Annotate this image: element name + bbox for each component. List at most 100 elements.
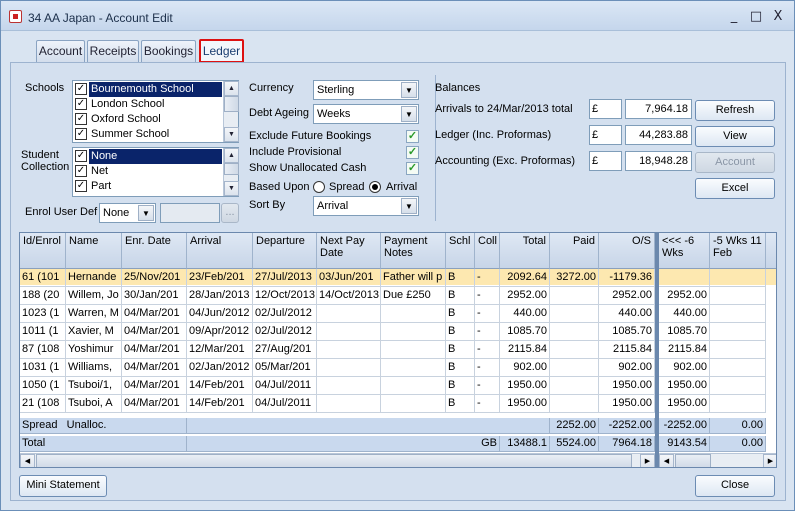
col-header-total[interactable]: Total bbox=[500, 233, 550, 269]
cell-total[interactable]: 1950.00 bbox=[500, 377, 550, 395]
col-header-wk6[interactable]: <<< -6 Wks bbox=[659, 233, 710, 269]
cell-wk5[interactable] bbox=[710, 287, 766, 305]
cell-total[interactable]: 1085.70 bbox=[500, 323, 550, 341]
enrol-user-def-select[interactable]: None ▼ bbox=[99, 203, 156, 223]
scroll-thumb[interactable] bbox=[224, 163, 239, 175]
cell-arrival[interactable]: 14/Feb/201 bbox=[187, 377, 253, 395]
cell-paid[interactable] bbox=[550, 395, 599, 413]
cell-schl[interactable]: B bbox=[446, 377, 475, 395]
collection-item[interactable]: ✓ None bbox=[73, 149, 225, 164]
refresh-button[interactable]: Refresh bbox=[695, 100, 775, 121]
cell-next-pay-date[interactable]: 03/Jun/201 bbox=[317, 269, 381, 287]
spread-unalloc-row[interactable]: Spread Unalloc. 2252.00 -2252.00 -2252.0… bbox=[20, 418, 776, 434]
view-button[interactable]: View bbox=[695, 126, 775, 147]
cell-name[interactable]: Xavier, M bbox=[66, 323, 122, 341]
col-header-os[interactable]: O/S bbox=[599, 233, 655, 269]
cell-wk6[interactable]: 440.00 bbox=[659, 305, 710, 323]
schools-scrollbar[interactable]: ▲ ▼ bbox=[223, 81, 239, 142]
cell-total[interactable]: 2092.64 bbox=[500, 269, 550, 287]
excel-button[interactable]: Excel bbox=[695, 178, 775, 199]
collection-list[interactable]: ✓ None ✓ Net ✓ Part ▲ ▼ bbox=[72, 147, 239, 197]
cell-schl[interactable]: B bbox=[446, 287, 475, 305]
cell-wk5[interactable] bbox=[710, 341, 766, 359]
checkbox-icon[interactable]: ✓ bbox=[75, 180, 87, 192]
col-header-arrival[interactable]: Arrival bbox=[187, 233, 253, 269]
cell-wk6[interactable] bbox=[659, 269, 710, 287]
cell-coll[interactable]: - bbox=[475, 395, 500, 413]
cell-os[interactable]: 1950.00 bbox=[599, 395, 655, 413]
chevron-down-icon[interactable]: ▼ bbox=[401, 82, 417, 98]
cell-id[interactable]: 87 (108 bbox=[20, 341, 66, 359]
cell-enr-date[interactable]: 04/Mar/201 bbox=[122, 377, 187, 395]
sort-by-select[interactable]: Arrival ▼ bbox=[313, 196, 419, 216]
schools-list[interactable]: ✓ Bournemouth School ✓ London School ✓ Oxfo… bbox=[72, 80, 239, 143]
tab-receipts[interactable]: Receipts bbox=[87, 40, 139, 62]
cell-payment-notes[interactable]: Father will p bbox=[381, 269, 446, 287]
col-header-departure[interactable]: Departure bbox=[253, 233, 317, 269]
checkbox-icon[interactable]: ✓ bbox=[75, 128, 87, 140]
ledger-currency-field[interactable]: £ bbox=[589, 125, 622, 145]
total-row[interactable]: Total GB 13488.1 5524.00 7964.18 9143.54… bbox=[20, 436, 776, 452]
col-header-wk5[interactable]: -5 Wks 11 Feb bbox=[710, 233, 766, 269]
table-row[interactable]: 188 (20 Willem, Jo 30/Jan/201 28/Jan/2013 12… bbox=[20, 287, 776, 305]
cell-total[interactable]: 440.00 bbox=[500, 305, 550, 323]
col-header-id[interactable]: Id/Enrol bbox=[20, 233, 66, 269]
col-header-payment-notes[interactable]: Payment Notes bbox=[381, 233, 446, 269]
tab-ledger[interactable]: Ledger bbox=[199, 39, 244, 63]
maximize-button[interactable]: □ bbox=[747, 8, 765, 25]
cell-wk6[interactable]: 1950.00 bbox=[659, 377, 710, 395]
cell-os[interactable]: 902.00 bbox=[599, 359, 655, 377]
cell-arrival[interactable]: 14/Feb/201 bbox=[187, 395, 253, 413]
cell-payment-notes[interactable] bbox=[381, 323, 446, 341]
cell-name[interactable]: Hernande bbox=[66, 269, 122, 287]
accounting-total-field[interactable]: 18,948.28 bbox=[625, 151, 692, 171]
cell-schl[interactable]: B bbox=[446, 269, 475, 287]
cell-paid[interactable] bbox=[550, 287, 599, 305]
scroll-right-icon[interactable]: ▶ bbox=[640, 454, 655, 467]
cell-next-pay-date[interactable] bbox=[317, 359, 381, 377]
col-header-next-pay-date[interactable]: Next Pay Date bbox=[317, 233, 381, 269]
cell-arrival[interactable]: 23/Feb/201 bbox=[187, 269, 253, 287]
cell-enr-date[interactable]: 04/Mar/201 bbox=[122, 305, 187, 323]
cell-next-pay-date[interactable] bbox=[317, 395, 381, 413]
cell-os[interactable]: -1179.36 bbox=[599, 269, 655, 287]
scroll-down-icon[interactable]: ▼ bbox=[224, 127, 239, 142]
cell-wk5[interactable] bbox=[710, 323, 766, 341]
cell-schl[interactable]: B bbox=[446, 305, 475, 323]
cell-os[interactable]: 2952.00 bbox=[599, 287, 655, 305]
cell-payment-notes[interactable] bbox=[381, 359, 446, 377]
col-header-enr-date[interactable]: Enr. Date bbox=[122, 233, 187, 269]
title-bar[interactable]: 34 AA Japan - Account Edit _ □ X bbox=[1, 1, 794, 31]
cell-arrival[interactable]: 28/Jan/2013 bbox=[187, 287, 253, 305]
close-window-button[interactable]: X bbox=[769, 8, 787, 25]
cell-total[interactable]: 902.00 bbox=[500, 359, 550, 377]
enrol-user-def-value-field[interactable] bbox=[160, 203, 220, 223]
cell-os[interactable]: 1950.00 bbox=[599, 377, 655, 395]
cell-arrival[interactable]: 12/Mar/201 bbox=[187, 341, 253, 359]
tab-account[interactable]: Account bbox=[36, 40, 85, 62]
cell-paid[interactable] bbox=[550, 359, 599, 377]
cell-schl[interactable]: B bbox=[446, 323, 475, 341]
table-row[interactable]: 1031 (1 Williams, 04/Mar/201 02/Jan/2012 05/… bbox=[20, 359, 776, 377]
frozen-splitter[interactable] bbox=[655, 233, 659, 467]
cell-os[interactable]: 1085.70 bbox=[599, 323, 655, 341]
cell-wk5[interactable] bbox=[710, 359, 766, 377]
scroll-thumb[interactable] bbox=[675, 454, 711, 467]
account-button[interactable]: Account bbox=[695, 152, 775, 173]
cell-id[interactable]: 1031 (1 bbox=[20, 359, 66, 377]
cell-paid[interactable]: 3272.00 bbox=[550, 269, 599, 287]
arrival-radio[interactable] bbox=[369, 181, 381, 193]
cell-id[interactable]: 61 (101 bbox=[20, 269, 66, 287]
cell-os[interactable]: 440.00 bbox=[599, 305, 655, 323]
col-header-schl[interactable]: Schl bbox=[446, 233, 475, 269]
cell-total[interactable]: 2952.00 bbox=[500, 287, 550, 305]
cell-departure[interactable]: 02/Jul/2012 bbox=[253, 323, 317, 341]
cell-name[interactable]: Yoshimur bbox=[66, 341, 122, 359]
show-unallocated-checkbox[interactable]: ✓ bbox=[406, 162, 419, 175]
scroll-right-icon[interactable]: ▶ bbox=[763, 454, 776, 467]
scroll-down-icon[interactable]: ▼ bbox=[224, 181, 239, 196]
cell-departure[interactable]: 04/Jul/2011 bbox=[253, 377, 317, 395]
checkbox-icon[interactable]: ✓ bbox=[75, 83, 87, 95]
cell-paid[interactable] bbox=[550, 377, 599, 395]
scroll-left-icon[interactable]: ◀ bbox=[20, 454, 35, 467]
